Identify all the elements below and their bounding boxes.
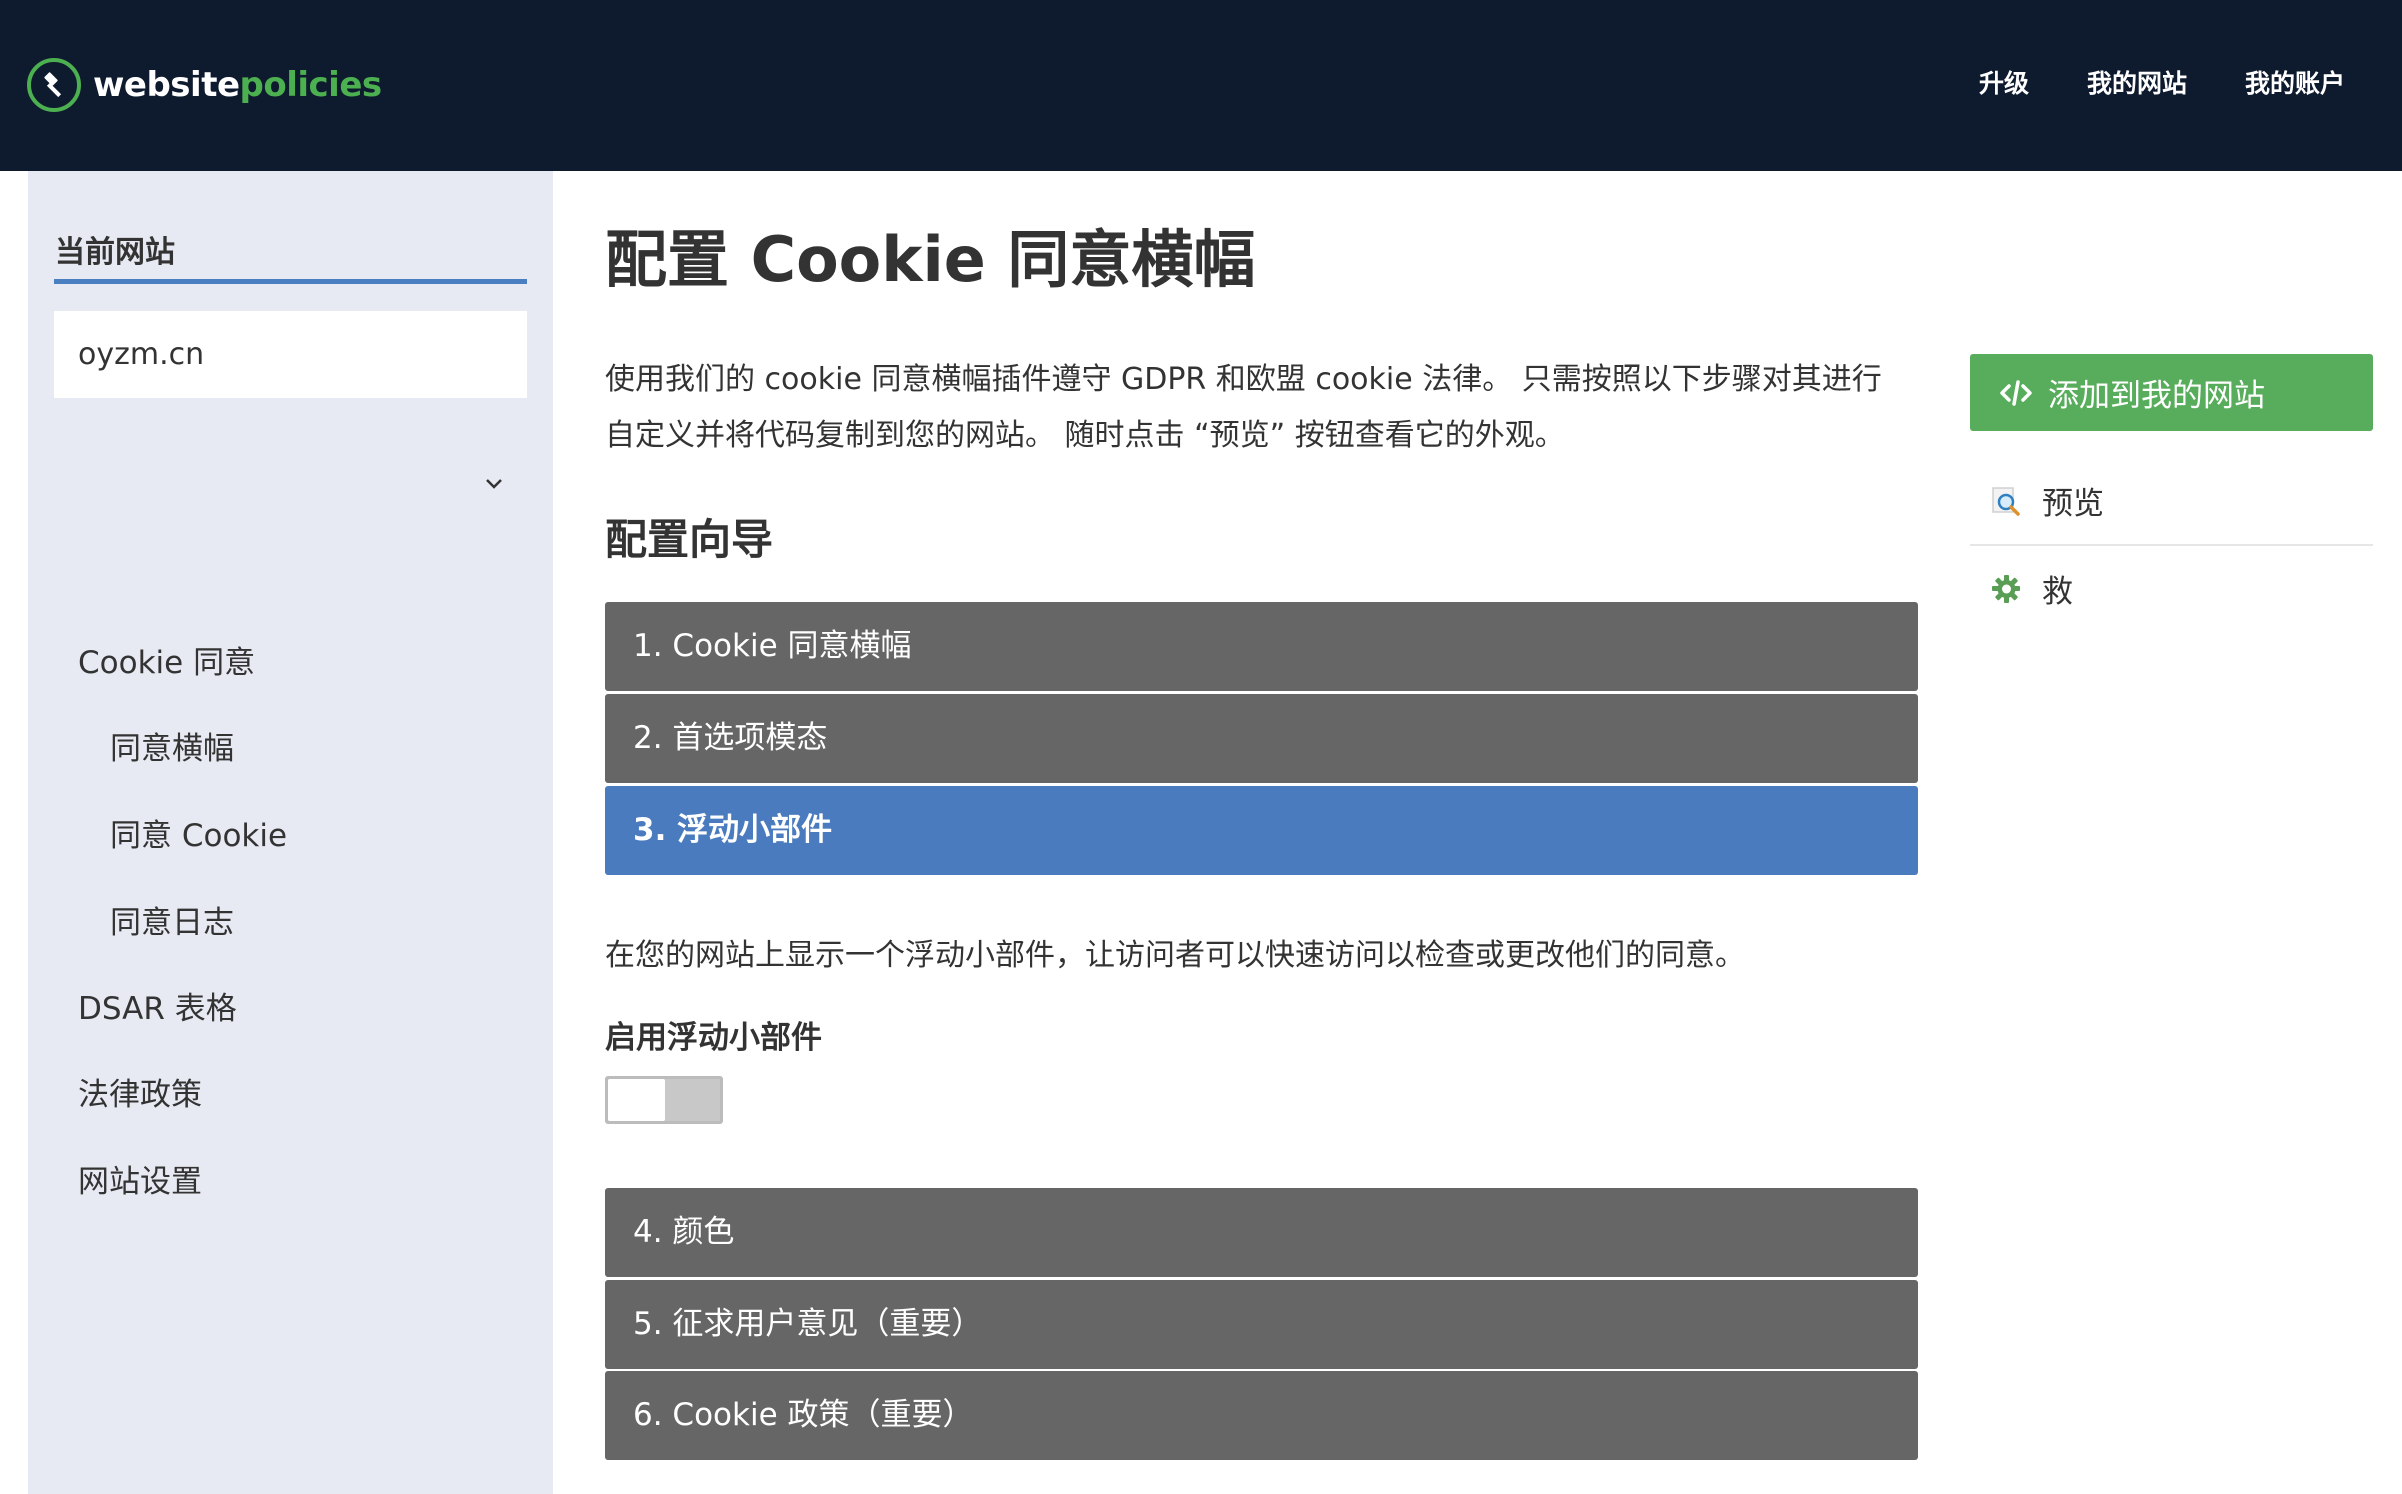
floating-widget-toggle-label: 启用浮动小部件 — [605, 1020, 822, 1056]
nav-my-account[interactable]: 我的账户 — [2245, 62, 2345, 106]
wizard-step-colors[interactable]: 4. 颜色 — [605, 1188, 1918, 1277]
preview-label: 预览 — [2042, 486, 2104, 522]
add-button-label: 添加到我的网站 — [2048, 378, 2265, 414]
nav-my-websites[interactable]: 我的网站 — [2087, 62, 2187, 106]
current-site-selector[interactable]: oyzm.cn — [54, 311, 527, 398]
logo-prefix: website — [93, 65, 240, 105]
wizard-step-cookie-banner[interactable]: 1. Cookie 同意横幅 — [605, 602, 1918, 691]
logo-wordmark: websitepolicies — [93, 65, 382, 105]
gavel-logo-icon — [27, 58, 81, 112]
intro-line-1: 使用我们的 cookie 同意横幅插件遵守 GDPR 和欧盟 cookie 法律… — [605, 362, 1882, 397]
sidebar-item-site-settings[interactable]: 网站设置 — [78, 1160, 202, 1204]
sidebar-heading: 当前网站 — [55, 235, 175, 270]
code-icon — [2000, 379, 2032, 406]
sidebar-item-consent-cookies[interactable]: 同意 Cookie — [110, 814, 287, 858]
gear-icon — [1990, 573, 2022, 605]
save-label: 救 — [2042, 574, 2073, 610]
nav-upgrade[interactable]: 升级 — [1979, 62, 2029, 106]
floating-widget-toggle[interactable] — [605, 1076, 723, 1124]
sidebar: 当前网站 oyzm.cn Cookie 同意 同意横幅 同意 Cookie 同意… — [28, 171, 553, 1494]
preview-button[interactable]: 预览 — [1990, 478, 2104, 523]
actions-divider — [1970, 544, 2373, 546]
logo[interactable]: websitepolicies — [27, 57, 382, 113]
sidebar-item-consent-banner[interactable]: 同意横幅 — [110, 727, 234, 771]
top-navigation-bar: websitepolicies 升级 我的网站 我的账户 — [0, 0, 2402, 171]
sidebar-item-cookie-consent[interactable]: Cookie 同意 — [78, 641, 255, 685]
sidebar-heading-underline — [54, 279, 527, 284]
floating-widget-description: 在您的网站上显示一个浮动小部件，让访问者可以快速访问以检查或更改他们的同意。 — [605, 938, 1745, 973]
intro-text: 使用我们的 cookie 同意横幅插件遵守 GDPR 和欧盟 cookie 法律… — [605, 352, 1905, 464]
sidebar-item-dsar-form[interactable]: DSAR 表格 — [78, 987, 237, 1031]
wizard-step-user-consent[interactable]: 5. 征求用户意见（重要） — [605, 1280, 1918, 1369]
wizard-step-preferences-modal[interactable]: 2. 首选项模态 — [605, 694, 1918, 783]
logo-suffix: policies — [239, 65, 383, 105]
sidebar-item-legal-policies[interactable]: 法律政策 — [78, 1073, 202, 1117]
wizard-step-cookie-policy[interactable]: 6. Cookie 政策（重要） — [605, 1371, 1918, 1460]
magnifier-icon — [1990, 485, 2022, 517]
chevron-down-icon[interactable] — [483, 476, 505, 490]
intro-line-2: 自定义并将代码复制到您的网站。 随时点击 “预览” 按钮查看它的外观。 — [605, 418, 1565, 453]
add-to-my-website-button[interactable]: 添加到我的网站 — [1970, 354, 2373, 431]
wizard-title: 配置向导 — [605, 515, 774, 564]
sidebar-item-consent-log[interactable]: 同意日志 — [110, 901, 234, 945]
page-title: 配置 Cookie 同意横幅 — [605, 223, 1256, 296]
top-nav: 升级 我的网站 我的账户 — [1979, 62, 2345, 106]
wizard-step-floating-widget[interactable]: 3. 浮动小部件 — [605, 786, 1918, 875]
toggle-knob — [608, 1079, 665, 1121]
save-button[interactable]: 救 — [1990, 566, 2073, 611]
